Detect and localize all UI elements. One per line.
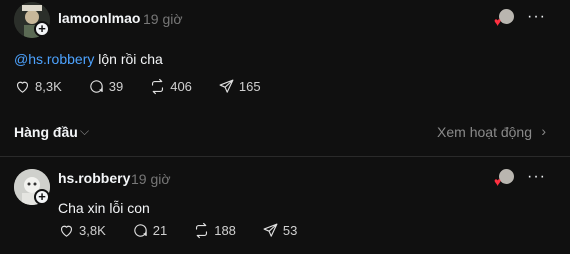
reply-actions: 3,8K 21 188 53 <box>58 222 323 239</box>
post-text-content: lộn rồi cha <box>94 51 163 67</box>
heart-badge-icon: ♥ <box>494 175 502 189</box>
share-icon <box>263 223 278 237</box>
username[interactable]: lamoonlmao <box>58 10 140 26</box>
comment-count: 21 <box>152 223 168 238</box>
sort-bar: Hàng đầu ⌵ Xem hoạt động › <box>0 112 570 156</box>
share-icon <box>219 79 234 93</box>
share-count: 165 <box>238 79 261 94</box>
timestamp: 19 giờ <box>143 11 183 27</box>
comment-button[interactable]: 39 <box>88 78 123 95</box>
repost-count: 406 <box>170 79 192 94</box>
view-activity-link[interactable]: Xem hoạt động <box>437 124 532 140</box>
repost-icon <box>152 78 164 95</box>
reply-text: Cha xin lỗi con <box>58 200 150 216</box>
like-button[interactable]: 3,8K <box>58 222 106 239</box>
like-count: 8,3K <box>35 79 62 94</box>
repost-button[interactable]: 406 <box>149 78 192 95</box>
liked-by-author-indicator: ♥ <box>494 169 514 189</box>
comment-button[interactable]: 21 <box>132 222 167 239</box>
comment-count: 39 <box>108 79 124 94</box>
heart-icon <box>60 225 73 237</box>
repost-icon <box>196 222 208 239</box>
share-button[interactable]: 165 <box>218 78 261 95</box>
liked-by-author-indicator: ♥ <box>494 9 514 29</box>
post-actions: 8,3K 39 406 165 <box>14 78 287 95</box>
comment-icon <box>134 224 147 237</box>
more-icon[interactable]: ··· <box>527 9 546 25</box>
repost-button[interactable]: 188 <box>193 222 236 239</box>
timestamp: 19 giờ <box>131 171 171 187</box>
mini-avatar <box>499 9 514 24</box>
chevron-right-icon[interactable]: › <box>541 123 546 139</box>
sort-dropdown[interactable]: Hàng đầu <box>14 124 78 140</box>
more-icon[interactable]: ··· <box>527 169 546 185</box>
username[interactable]: hs.robbery <box>58 170 130 186</box>
repost-count: 188 <box>214 223 236 238</box>
post-text: @hs.robbery lộn rồi cha <box>14 51 163 67</box>
share-button[interactable]: 53 <box>262 222 297 239</box>
chevron-down-icon[interactable]: ⌵ <box>80 124 89 139</box>
like-button[interactable]: 8,3K <box>14 78 62 95</box>
follow-plus-icon[interactable]: + <box>34 21 50 37</box>
reply-post: hs.robbery 19 giờ ♥ ··· Cha xin lỗi con … <box>0 158 570 254</box>
original-post: + lamoonlmao 19 giờ ♥ ··· @hs.robbery lộ… <box>0 0 570 112</box>
mention-link[interactable]: @hs.robbery <box>14 51 94 67</box>
divider <box>0 156 570 157</box>
like-count: 3,8K <box>79 223 106 238</box>
comment-icon <box>90 80 103 93</box>
follow-plus-icon[interactable]: + <box>34 189 50 205</box>
mini-avatar <box>499 169 514 184</box>
heart-badge-icon: ♥ <box>494 15 502 29</box>
share-count: 53 <box>282 223 298 238</box>
heart-icon <box>16 81 29 93</box>
